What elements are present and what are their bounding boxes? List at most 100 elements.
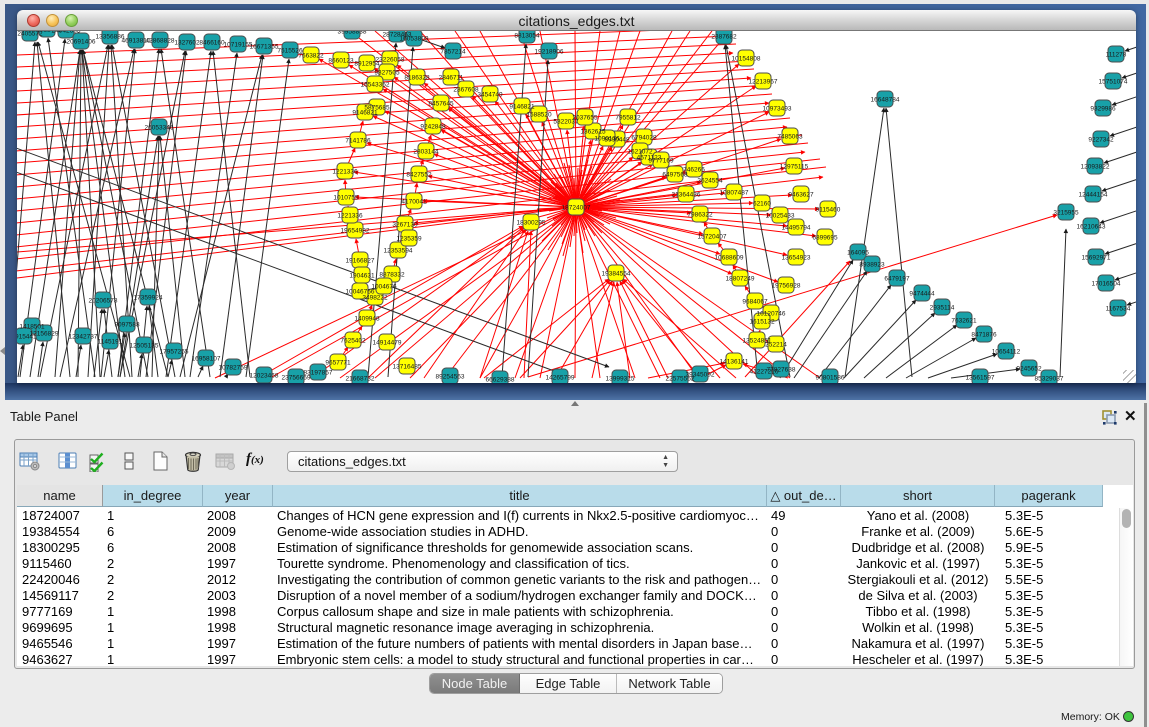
svg-text:2846711: 2846711 xyxy=(439,75,464,82)
svg-text:1327602: 1327602 xyxy=(174,40,200,47)
svg-text:90801586: 90801586 xyxy=(816,375,845,382)
svg-text:20206578: 20206578 xyxy=(89,298,118,305)
svg-text:21364436: 21364436 xyxy=(672,192,701,199)
svg-text:1145191: 1145191 xyxy=(98,339,123,346)
svg-text:18724007: 18724007 xyxy=(562,205,591,212)
svg-text:8878332: 8878332 xyxy=(379,272,405,279)
svg-text:16210643: 16210643 xyxy=(1077,224,1106,231)
svg-text:9146821: 9146821 xyxy=(352,110,378,117)
svg-text:16053809: 16053809 xyxy=(400,36,429,43)
svg-text:13356886: 13356886 xyxy=(96,34,125,41)
svg-text:1588520: 1588520 xyxy=(526,112,552,119)
svg-text:15720407: 15720407 xyxy=(698,234,727,241)
svg-text:10782759: 10782759 xyxy=(219,365,248,372)
svg-text:8186328: 8186328 xyxy=(404,75,430,82)
svg-text:19384554: 19384554 xyxy=(602,271,631,278)
svg-text:3498222: 3498222 xyxy=(362,295,388,302)
svg-text:9657771: 9657771 xyxy=(325,360,351,367)
svg-text:21668732: 21668732 xyxy=(346,376,375,383)
svg-text:9146821: 9146821 xyxy=(509,104,535,111)
svg-text:14495794: 14495794 xyxy=(782,225,811,232)
svg-text:9242848: 9242848 xyxy=(420,124,446,131)
svg-text:8466160: 8466160 xyxy=(199,40,225,47)
svg-text:62160: 62160 xyxy=(753,201,771,208)
svg-text:10973493: 10973493 xyxy=(763,106,792,113)
svg-text:12342737: 12342737 xyxy=(69,334,98,341)
svg-text:111278: 111278 xyxy=(1106,52,1127,59)
svg-text:8813054: 8813054 xyxy=(514,33,540,40)
svg-text:39958838: 39958838 xyxy=(338,31,367,36)
svg-text:3454749: 3454749 xyxy=(477,92,503,99)
svg-text:16543362: 16543362 xyxy=(361,82,390,89)
svg-text:17016504: 17016504 xyxy=(1092,281,1121,288)
svg-text:1221336: 1221336 xyxy=(332,169,358,176)
svg-text:1615132: 1615132 xyxy=(749,319,775,326)
svg-text:13561597: 13561597 xyxy=(966,375,995,382)
svg-text:10154808: 10154808 xyxy=(732,56,761,63)
svg-text:12156829: 12156829 xyxy=(30,331,59,338)
svg-text:18807249: 18807249 xyxy=(726,276,755,283)
svg-text:42868828: 42868828 xyxy=(146,38,175,45)
svg-text:2935114: 2935114 xyxy=(930,305,955,312)
svg-text:3624554: 3624554 xyxy=(697,178,723,185)
svg-text:8660123: 8660123 xyxy=(328,58,354,65)
svg-text:1010755: 1010755 xyxy=(333,195,359,202)
svg-text:1362615: 1362615 xyxy=(580,129,606,136)
svg-text:14914479: 14914479 xyxy=(373,340,402,347)
svg-text:1904631: 1904631 xyxy=(349,273,375,280)
svg-text:12353594: 12353594 xyxy=(384,248,413,255)
svg-text:2367608: 2367608 xyxy=(453,87,479,94)
svg-text:1004676: 1004676 xyxy=(371,284,397,291)
svg-text:19166827: 19166827 xyxy=(346,258,375,265)
svg-text:7632621: 7632621 xyxy=(951,318,977,325)
svg-text:9327505: 9327505 xyxy=(374,70,400,77)
svg-text:26053346: 26053346 xyxy=(145,125,174,132)
svg-text:10025433: 10025433 xyxy=(766,213,795,220)
svg-text:9227342: 9227342 xyxy=(1088,137,1114,144)
svg-text:9245652: 9245652 xyxy=(1016,366,1042,373)
svg-text:16671355: 16671355 xyxy=(250,44,279,51)
svg-text:7955812: 7955812 xyxy=(615,115,641,122)
svg-text:9684067: 9684067 xyxy=(742,299,768,306)
svg-text:7625402: 7625402 xyxy=(340,338,366,345)
svg-text:9097588: 9097588 xyxy=(114,322,140,329)
svg-text:1090176: 1090176 xyxy=(594,136,620,143)
svg-text:12975115: 12975115 xyxy=(780,164,809,171)
svg-text:85329037: 85329037 xyxy=(1035,376,1064,383)
svg-text:17359924: 17359924 xyxy=(134,295,163,302)
svg-text:23226058: 23226058 xyxy=(376,57,405,64)
svg-text:746266: 746266 xyxy=(683,167,705,174)
svg-text:19654982: 19654982 xyxy=(341,228,370,235)
svg-text:10807487: 10807487 xyxy=(720,190,749,197)
svg-text:9777169: 9777169 xyxy=(648,158,674,165)
svg-text:9115460: 9115460 xyxy=(816,207,841,214)
svg-text:8938923: 8938923 xyxy=(859,262,885,269)
svg-text:17957255: 17957255 xyxy=(160,349,189,356)
svg-text:16958107: 16958107 xyxy=(192,356,221,363)
svg-text:7986322: 7986322 xyxy=(687,212,713,219)
svg-text:16648784: 16648784 xyxy=(871,97,900,104)
svg-text:7857214: 7857214 xyxy=(440,49,466,56)
svg-text:9463627: 9463627 xyxy=(788,192,814,199)
svg-text:6479197: 6479197 xyxy=(884,276,910,283)
svg-text:16120746: 16120746 xyxy=(757,311,786,318)
svg-text:6899695: 6899695 xyxy=(812,235,838,242)
svg-text:10688609: 10688609 xyxy=(715,255,744,262)
svg-text:89254563: 89254563 xyxy=(436,374,465,381)
svg-text:8471876: 8471876 xyxy=(971,332,997,339)
svg-text:83197857: 83197857 xyxy=(304,370,333,377)
svg-text:12505135: 12505135 xyxy=(130,343,159,350)
svg-text:6794028: 6794028 xyxy=(631,135,657,142)
svg-text:10654112: 10654112 xyxy=(992,349,1021,356)
svg-text:12093822: 12093822 xyxy=(1081,164,1110,171)
svg-text:14136141: 14136141 xyxy=(720,359,749,366)
svg-text:19756928: 19756928 xyxy=(772,283,801,290)
svg-text:7141786: 7141786 xyxy=(345,138,371,145)
svg-text:12444154: 12444154 xyxy=(1079,192,1108,199)
svg-text:2387682: 2387682 xyxy=(711,34,737,41)
svg-text:18300295: 18300295 xyxy=(517,220,546,227)
svg-text:12023468: 12023468 xyxy=(250,373,279,380)
svg-text:1167534: 1167534 xyxy=(1106,306,1131,313)
svg-text:15692971: 15692971 xyxy=(1082,255,1111,262)
svg-text:1235359: 1235359 xyxy=(396,236,422,243)
